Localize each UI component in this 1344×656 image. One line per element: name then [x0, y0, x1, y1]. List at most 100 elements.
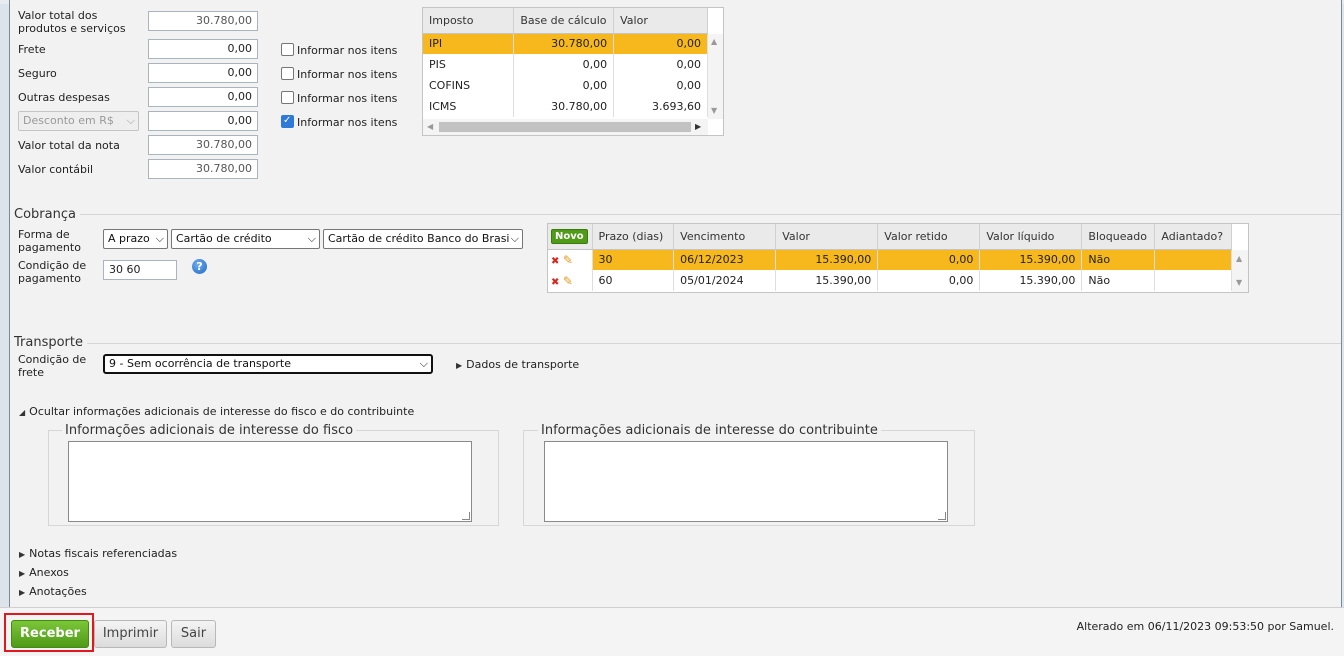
impostos-header-valor[interactable]: Valor: [613, 8, 708, 34]
seguro-field[interactable]: 0,00: [148, 63, 258, 83]
impostos-header-base[interactable]: Base de cálculo: [513, 8, 615, 34]
valor-contabil-label: Valor contábil: [18, 163, 94, 176]
informar-frete-label: Informar nos itens: [297, 44, 398, 57]
imposto-cell: PIS: [423, 54, 515, 75]
help-icon[interactable]: ?: [192, 259, 207, 274]
informar-seguro-checkbox[interactable]: [281, 67, 294, 80]
delete-icon[interactable]: ✖: [551, 277, 559, 288]
cobranca-title: Cobrança: [14, 207, 80, 222]
outras-despesas-field[interactable]: 0,00: [148, 87, 258, 107]
anexos-toggle[interactable]: ▶ Anexos: [19, 566, 69, 579]
receber-button[interactable]: Receber: [11, 620, 89, 648]
scroll-up-icon[interactable]: ▲: [1236, 254, 1242, 263]
valor-cell: 15.390,00: [775, 270, 879, 291]
frete-field[interactable]: 0,00: [148, 39, 258, 59]
informar-outras-checkbox[interactable]: [281, 91, 294, 104]
adiantado-cell: [1154, 249, 1232, 270]
prazo-cell: 30: [592, 249, 675, 270]
parcelas-header-prazo[interactable]: Prazo (dias): [592, 224, 675, 250]
parcelas-header-adiantado[interactable]: Adiantado?: [1154, 224, 1232, 250]
base-cell: 30.780,00: [513, 96, 615, 117]
valor-cell: 0,00: [613, 75, 708, 96]
table-row[interactable]: IPI 30.780,00 0,00: [423, 33, 708, 54]
parcelas-header-bloqueado[interactable]: Bloqueado: [1081, 224, 1156, 250]
scroll-up-icon[interactable]: ▲: [711, 37, 717, 46]
desconto-type-value: Desconto em R$: [23, 114, 114, 127]
valor-total-produtos-field[interactable]: 30.780,00: [148, 11, 258, 31]
row-actions: ✖ ✎: [548, 270, 593, 291]
forma-tipo-select[interactable]: Cartão de crédito ⌵: [171, 229, 320, 249]
forma-tipo-value: Cartão de crédito: [176, 232, 272, 245]
table-row[interactable]: ✖ ✎ 60 05/01/2024 15.390,00 0,00 15.390,…: [548, 270, 1232, 291]
scroll-thumb[interactable]: [439, 122, 691, 132]
scroll-down-icon[interactable]: ▼: [1236, 278, 1242, 287]
scroll-down-icon[interactable]: ▼: [711, 106, 717, 115]
parcelas-header-retido[interactable]: Valor retido: [877, 224, 981, 250]
parcelas-header-vencimento[interactable]: Vencimento: [673, 224, 777, 250]
novo-button[interactable]: Novo: [551, 228, 588, 244]
fisco-textarea[interactable]: [68, 441, 472, 522]
frete-label: Frete: [18, 43, 46, 56]
imprimir-button[interactable]: Imprimir: [94, 620, 167, 648]
ocultar-adicionais-toggle[interactable]: ◢ Ocultar informações adicionais de inter…: [19, 405, 414, 418]
notas-referenciadas-toggle[interactable]: ▶ Notas fiscais referenciadas: [19, 547, 177, 560]
form-panel: Valor total dos produtos e serviços 30.7…: [9, 0, 1342, 607]
informar-desconto-checkbox[interactable]: [281, 115, 294, 128]
valor-contabil-field[interactable]: 30.780,00: [148, 159, 258, 179]
scroll-right-icon[interactable]: ▶: [695, 122, 701, 131]
base-cell: 30.780,00: [513, 33, 615, 54]
notas-referenciadas-label: Notas fiscais referenciadas: [29, 547, 178, 560]
informar-desconto-label: Informar nos itens: [297, 116, 398, 129]
condicao-frete-select[interactable]: 9 - Sem ocorrência de transporte ⌵: [103, 354, 433, 374]
caret-down-icon: ◢: [19, 408, 26, 417]
novo-header: Novo: [548, 224, 593, 250]
sair-button[interactable]: Sair: [171, 620, 216, 648]
cobranca-divider: [14, 214, 1341, 215]
caret-right-icon: ▶: [456, 361, 463, 370]
table-row[interactable]: ICMS 30.780,00 3.693,60: [423, 96, 708, 117]
edit-pencil-icon[interactable]: ✎: [563, 253, 573, 267]
forma-prazo-select[interactable]: A prazo ⌵: [103, 229, 168, 249]
caret-right-icon: ▶: [19, 569, 26, 578]
outras-despesas-label: Outras despesas: [18, 91, 110, 104]
valor-cell: 0,00: [613, 54, 708, 75]
caret-right-icon: ▶: [19, 588, 26, 597]
informar-seguro-label: Informar nos itens: [297, 68, 398, 81]
transporte-divider: [14, 343, 1341, 344]
desconto-field[interactable]: 0,00: [148, 111, 258, 131]
anotacoes-toggle[interactable]: ▶ Anotações: [19, 585, 87, 598]
bloqueado-cell: Não: [1081, 270, 1156, 291]
scroll-left-icon[interactable]: ◀: [427, 122, 433, 131]
chevron-down-icon: ⌵: [307, 232, 316, 245]
informar-frete-checkbox[interactable]: [281, 43, 294, 56]
contribuinte-legend: Informações adicionais de interesse do c…: [538, 423, 881, 438]
chevron-down-icon: ⌵: [126, 114, 135, 127]
parcelas-header-valor[interactable]: Valor: [775, 224, 879, 250]
valor-total-produtos-label: Valor total dos produtos e serviços: [18, 9, 126, 35]
chevron-down-icon: ⌵: [155, 232, 164, 245]
contribuinte-textarea[interactable]: [544, 441, 948, 522]
table-row[interactable]: COFINS 0,00 0,00: [423, 75, 708, 96]
desconto-type-select[interactable]: Desconto em R$ ⌵: [18, 111, 139, 131]
valor-cell: 0,00: [613, 33, 708, 54]
impostos-vertical-scrollbar[interactable]: ▲ ▼: [708, 34, 723, 119]
parcelas-grid: Novo Prazo (dias) Vencimento Valor Valor…: [547, 223, 1249, 293]
forma-conta-select[interactable]: Cartão de crédito Banco do Brasil ⌵: [323, 229, 523, 249]
valor-cell: 15.390,00: [775, 249, 879, 270]
edit-pencil-icon[interactable]: ✎: [563, 274, 573, 288]
delete-icon[interactable]: ✖: [551, 256, 559, 267]
valor-nota-field[interactable]: 30.780,00: [148, 135, 258, 155]
table-row[interactable]: ✖ ✎ 30 06/12/2023 15.390,00 0,00 15.390,…: [548, 249, 1232, 270]
impostos-header-imposto[interactable]: Imposto: [423, 8, 515, 34]
parcelas-header-liquido[interactable]: Valor líquido: [979, 224, 1083, 250]
liquido-cell: 15.390,00: [979, 270, 1083, 291]
condicao-pagamento-field[interactable]: 30 60: [103, 260, 177, 280]
resize-grip-icon[interactable]: [938, 512, 946, 520]
dados-transporte-toggle[interactable]: ▶ Dados de transporte: [456, 358, 579, 371]
ocultar-adicionais-label: Ocultar informações adicionais de intere…: [29, 405, 415, 418]
resize-grip-icon[interactable]: [462, 512, 470, 520]
anotacoes-label: Anotações: [29, 585, 87, 598]
impostos-horizontal-scrollbar[interactable]: ◀ ▶: [423, 119, 708, 135]
table-row[interactable]: PIS 0,00 0,00: [423, 54, 708, 75]
parcelas-vertical-scrollbar[interactable]: ▲ ▼: [1232, 250, 1248, 292]
